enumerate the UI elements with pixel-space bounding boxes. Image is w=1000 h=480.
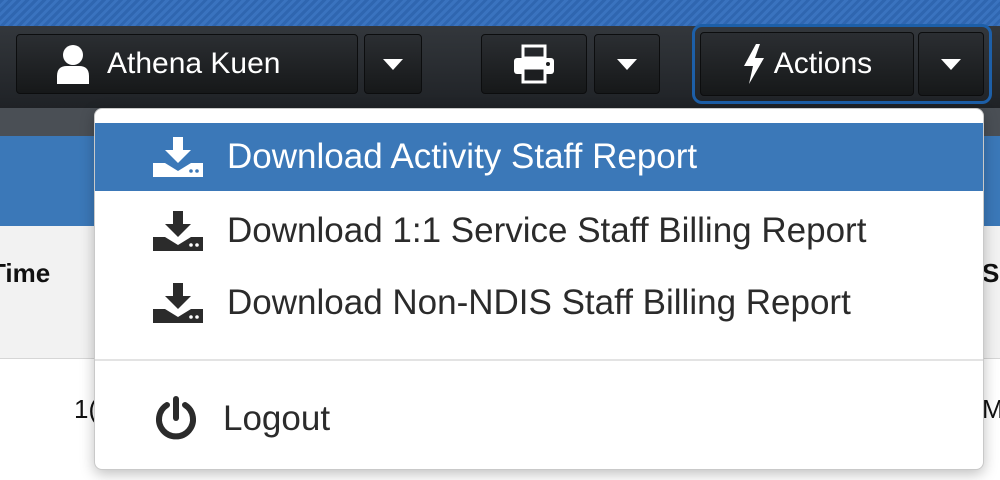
table-cell-right: M <box>982 394 1000 424</box>
menu-item-download-service-billing-report[interactable]: Download 1:1 Service Staff Billing Repor… <box>95 197 983 265</box>
column-header-partial: S <box>982 258 1000 288</box>
power-icon <box>153 396 199 442</box>
user-menu-dropdown-toggle[interactable] <box>364 34 422 94</box>
caret-down-icon <box>383 58 403 70</box>
menu-item-label: Download Activity Staff Report <box>227 137 698 176</box>
actions-button[interactable]: Actions <box>700 32 914 96</box>
caret-down-icon <box>941 58 961 70</box>
column-header-time: Time <box>0 258 51 288</box>
user-icon <box>55 44 91 84</box>
download-icon <box>153 137 203 177</box>
download-icon <box>153 283 203 323</box>
menu-item-download-non-ndis-billing-report[interactable]: Download Non-NDIS Staff Billing Report <box>95 269 983 337</box>
menu-item-download-activity-staff-report[interactable]: Download Activity Staff Report <box>95 123 983 191</box>
menu-item-logout[interactable]: Logout <box>95 385 983 453</box>
user-name: Athena Kuen <box>107 47 281 80</box>
bolt-icon <box>742 44 766 84</box>
print-dropdown-toggle[interactable] <box>594 34 660 94</box>
user-menu-button[interactable]: Athena Kuen <box>16 34 358 94</box>
menu-divider <box>95 359 983 361</box>
menu-item-label: Download 1:1 Service Staff Billing Repor… <box>227 211 867 250</box>
logout-label: Logout <box>223 399 331 438</box>
print-icon <box>512 44 556 84</box>
actions-dropdown-toggle[interactable] <box>918 32 984 96</box>
top-stripe <box>0 0 1000 26</box>
print-button[interactable] <box>481 34 587 94</box>
actions-label: Actions <box>773 47 873 80</box>
menu-item-label: Download Non-NDIS Staff Billing Report <box>227 283 851 322</box>
download-icon <box>153 211 203 251</box>
actions-dropdown-menu: Download Activity Staff Report Download … <box>94 108 984 470</box>
caret-down-icon <box>617 58 637 70</box>
